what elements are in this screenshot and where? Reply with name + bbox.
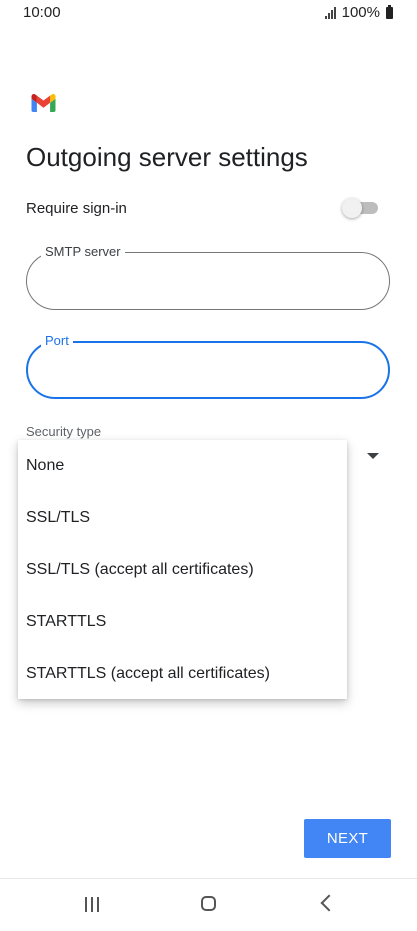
port-field[interactable]: Port <box>26 333 390 399</box>
toggle-thumb <box>342 198 362 218</box>
menu-item-ssl-tls-accept-all[interactable]: SSL/TLS (accept all certificates) <box>18 544 347 596</box>
dropdown-arrow-icon[interactable] <box>367 453 379 459</box>
security-type-menu: None SSL/TLS SSL/TLS (accept all certifi… <box>18 440 347 699</box>
smtp-server-field[interactable]: SMTP server <box>26 244 390 310</box>
security-type-label: Security type <box>26 424 102 439</box>
status-bar: 10:00 100% <box>0 0 417 26</box>
battery-icon <box>386 4 393 19</box>
system-nav-bar <box>0 878 417 931</box>
menu-item-starttls[interactable]: STARTTLS <box>18 596 347 648</box>
recent-apps-icon[interactable] <box>85 897 99 912</box>
signal-icon <box>324 6 336 19</box>
back-icon[interactable] <box>320 894 338 912</box>
smtp-server-label: SMTP server <box>41 244 125 260</box>
home-icon[interactable] <box>201 896 216 911</box>
menu-item-none[interactable]: None <box>18 440 347 492</box>
battery-percent: 100% <box>341 4 380 21</box>
menu-item-ssl-tls[interactable]: SSL/TLS <box>18 492 347 544</box>
require-signin-toggle[interactable] <box>342 198 380 218</box>
menu-item-starttls-accept-all[interactable]: STARTTLS (accept all certificates) <box>18 648 347 700</box>
status-right: 100% <box>324 4 393 21</box>
require-signin-label: Require sign-in <box>26 200 127 217</box>
gmail-logo-icon <box>31 94 56 112</box>
status-time: 10:00 <box>23 4 61 21</box>
page-title: Outgoing server settings <box>26 142 308 172</box>
port-label: Port <box>41 333 73 349</box>
next-button[interactable]: NEXT <box>304 819 391 858</box>
